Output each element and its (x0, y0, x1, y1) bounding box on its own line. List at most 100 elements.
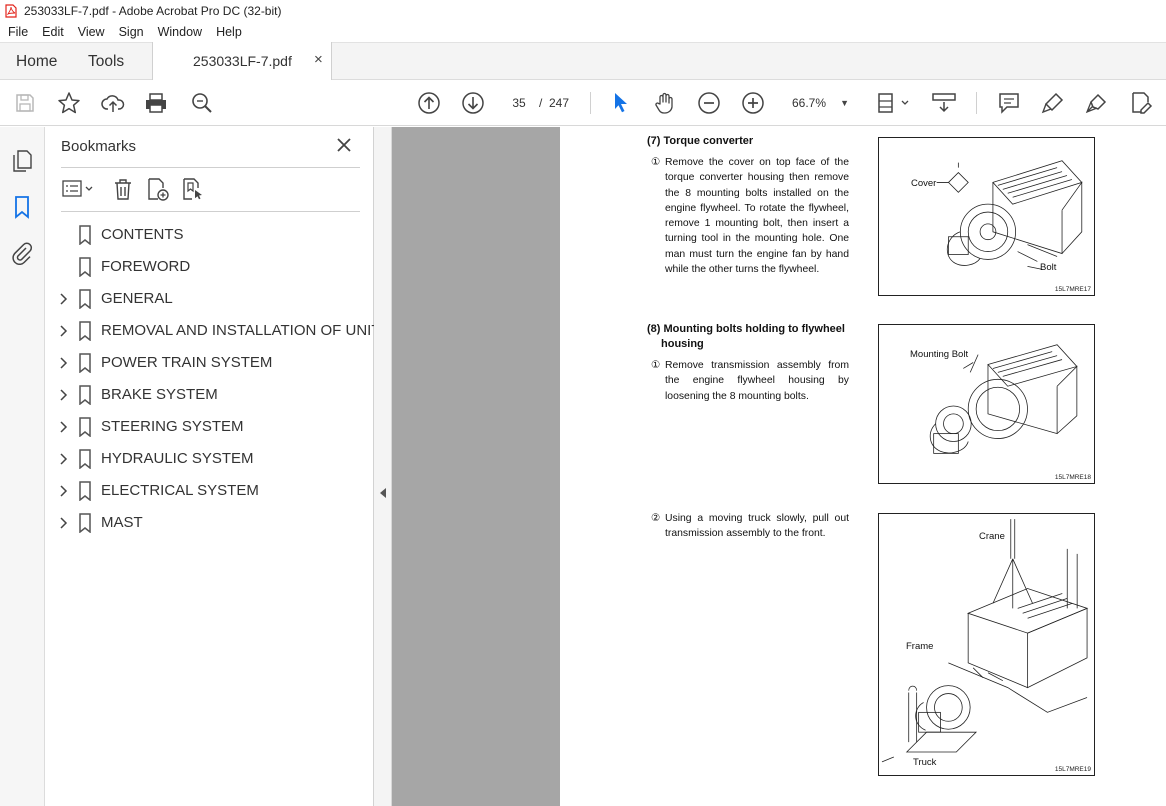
figure-crane-removal: Crane Frame Truck 15L7MRE19 (878, 513, 1095, 776)
edit-pdf-icon[interactable] (1128, 90, 1154, 116)
bookmark-label: STEERING SYSTEM (101, 418, 244, 435)
bookmark-item[interactable]: MAST (45, 507, 374, 539)
zoom-search-icon[interactable] (189, 90, 215, 116)
close-icon[interactable] (335, 136, 353, 154)
print-icon[interactable] (143, 90, 169, 116)
panel-toolbar-divider (61, 211, 360, 212)
section-7-step-1-text: Remove the cover on top face of the torq… (665, 157, 849, 276)
tab-close-icon[interactable]: × (314, 51, 323, 68)
bookmark-icon (79, 289, 91, 309)
figure-torque-converter: Cover Bolt 15L7MRE17 (878, 137, 1095, 296)
bookmark-item[interactable]: BRAKE SYSTEM (45, 379, 374, 411)
bookmark-label: GENERAL (101, 290, 173, 307)
bookmark-from-selection-icon[interactable] (180, 176, 206, 202)
acrobat-pdf-icon (5, 4, 17, 18)
document-canvas-background (392, 127, 560, 806)
label-cover: Cover (911, 178, 937, 189)
section-8-step-1: ① Remove transmission assembly from the … (651, 358, 849, 404)
bookmark-item[interactable]: FOREWORD (45, 251, 374, 283)
page-separator: / (539, 96, 543, 110)
bookmark-item[interactable]: STEERING SYSTEM (45, 411, 374, 443)
bookmark-item[interactable]: GENERAL (45, 283, 374, 315)
bookmark-label: REMOVAL AND INSTALLATION OF UNIT (101, 322, 381, 339)
step-marker: ① (651, 360, 661, 371)
bookmark-item[interactable]: CONTENTS (45, 219, 374, 251)
bookmark-icon (79, 449, 91, 469)
bookmark-item[interactable]: REMOVAL AND INSTALLATION OF UNIT (45, 315, 381, 347)
chevron-right-icon[interactable] (57, 420, 69, 434)
select-cursor-icon[interactable] (608, 90, 634, 116)
tab-home[interactable]: Home (16, 53, 57, 71)
save-icon[interactable] (12, 90, 38, 116)
chevron-down-icon: ▼ (840, 98, 849, 108)
bookmark-icon (79, 513, 91, 533)
section-8-step-2-text: Using a moving truck slowly, pull out tr… (665, 513, 849, 540)
bookmark-item[interactable]: HYDRAULIC SYSTEM (45, 443, 374, 475)
new-bookmark-icon[interactable] (145, 176, 171, 202)
previous-page-icon[interactable] (416, 90, 442, 116)
chevron-right-icon[interactable] (57, 292, 69, 306)
bookmark-icon (79, 353, 91, 373)
chevron-right-icon[interactable] (57, 388, 69, 402)
page-number-input[interactable]: 35 (505, 91, 533, 115)
section-7-step-1: ① Remove the cover on top face of the to… (651, 155, 849, 277)
menu-help[interactable]: Help (209, 25, 249, 39)
zoom-in-icon[interactable] (740, 90, 766, 116)
pdf-page[interactable]: (7) Torque converter ① Remove the cover … (560, 127, 1166, 806)
next-page-icon[interactable] (460, 90, 486, 116)
menu-sign[interactable]: Sign (112, 25, 151, 39)
upload-cloud-icon[interactable] (100, 90, 126, 116)
figure-mounting-bolts: Mounting Bolt 15L7MRE18 (878, 324, 1095, 484)
bookmark-label: FOREWORD (101, 258, 191, 275)
tab-tools[interactable]: Tools (88, 53, 124, 71)
engine-cover-illustration (936, 160, 1083, 270)
attachment-paperclip-icon[interactable] (10, 241, 34, 265)
sign-pen-icon[interactable] (1084, 90, 1110, 116)
chevron-right-icon[interactable] (57, 324, 69, 338)
panel-splitter[interactable] (374, 127, 392, 806)
zoom-level-dropdown[interactable]: 66.7% ▼ (783, 91, 855, 115)
chevron-right-icon[interactable] (57, 452, 69, 466)
panel-divider (61, 167, 360, 168)
bookmark-label: POWER TRAIN SYSTEM (101, 354, 273, 371)
bookmark-icon (79, 417, 91, 437)
page-thumbnails-icon[interactable] (10, 149, 34, 173)
scroll-mode-icon[interactable] (930, 90, 958, 116)
hand-tool-icon[interactable] (652, 90, 678, 116)
page-total: 247 (549, 96, 570, 110)
menu-view[interactable]: View (71, 25, 112, 39)
bookmark-icon (79, 481, 91, 501)
label-frame: Frame (906, 641, 934, 652)
comment-icon[interactable] (996, 90, 1022, 116)
bookmark-options-icon[interactable] (61, 176, 97, 202)
menu-window[interactable]: Window (151, 25, 209, 39)
menu-file[interactable]: File (0, 25, 35, 39)
tab-document[interactable]: 253033LF-7.pdf × (152, 42, 332, 81)
bookmark-icon (79, 257, 91, 277)
tab-document-label: 253033LF-7.pdf (193, 53, 292, 69)
step-marker: ② (651, 513, 661, 524)
collapse-arrow-icon[interactable] (380, 488, 386, 498)
menu-bar: File Edit View Sign Window Help (0, 22, 1166, 42)
bookmark-icon (79, 321, 91, 341)
bookmark-item[interactable]: POWER TRAIN SYSTEM (45, 347, 374, 379)
menu-edit[interactable]: Edit (35, 25, 71, 39)
label-crane: Crane (979, 531, 1005, 542)
star-icon[interactable] (56, 90, 82, 116)
window-title: 253033LF-7.pdf - Adobe Acrobat Pro DC (3… (24, 4, 282, 18)
bookmark-panel-icon[interactable] (10, 195, 34, 219)
chevron-right-icon[interactable] (57, 356, 69, 370)
highlight-pen-icon[interactable] (1040, 90, 1066, 116)
bookmark-label: ELECTRICAL SYSTEM (101, 482, 259, 499)
label-bolt: Bolt (1040, 262, 1057, 273)
bookmark-label: MAST (101, 514, 143, 531)
delete-bookmark-icon[interactable] (111, 176, 135, 202)
chevron-right-icon[interactable] (57, 516, 69, 530)
toolbar-divider-2 (976, 92, 977, 114)
bookmark-item[interactable]: ELECTRICAL SYSTEM (45, 475, 374, 507)
zoom-out-icon[interactable] (696, 90, 722, 116)
label-truck: Truck (913, 757, 937, 768)
bookmark-label: BRAKE SYSTEM (101, 386, 218, 403)
chevron-right-icon[interactable] (57, 484, 69, 498)
page-fit-icon[interactable] (875, 90, 911, 116)
